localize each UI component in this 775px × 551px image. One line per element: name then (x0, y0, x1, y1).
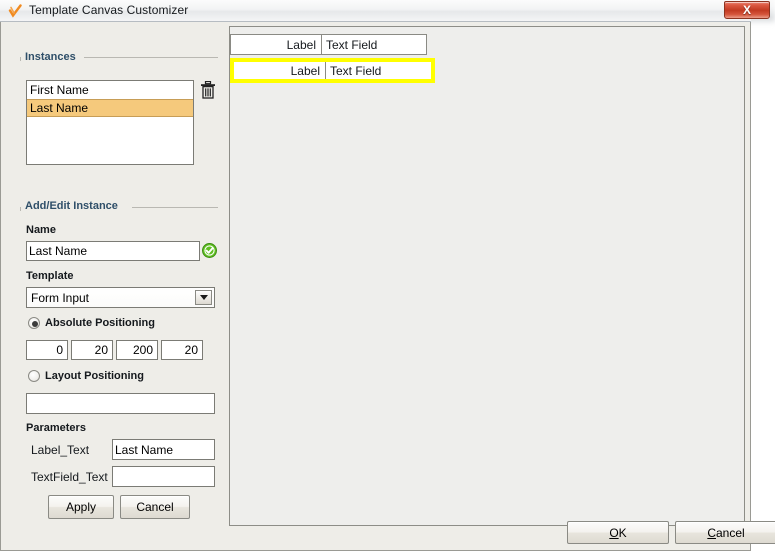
close-icon: X (742, 3, 751, 17)
dialog-content: Instances First Name Last Name Add/Edit … (0, 22, 775, 551)
trash-icon[interactable] (200, 81, 216, 99)
param-label-text-input[interactable] (112, 439, 215, 460)
canvas-row-textfield[interactable]: Text Field (321, 34, 427, 55)
green-check-icon (202, 243, 217, 258)
window-title: Template Canvas Customizer (29, 3, 189, 17)
list-item[interactable]: Last Name (27, 99, 193, 117)
canvas-row-last-name[interactable]: Label Text Field (234, 62, 431, 79)
absolute-positioning-label: Absolute Positioning (45, 317, 155, 329)
absolute-positioning-radio[interactable]: Absolute Positioning (28, 317, 155, 329)
abs-pos-x-input[interactable] (26, 340, 68, 360)
chevron-down-icon[interactable] (195, 290, 212, 305)
canvas-row-label: Label (230, 34, 321, 55)
template-canvas-customizer-dialog: Template Canvas Customizer X Instances F… (0, 0, 775, 551)
param-textfield-text-input[interactable] (112, 466, 215, 487)
add-edit-group-tick (20, 207, 21, 211)
name-label: Name (26, 224, 56, 236)
list-item[interactable]: First Name (27, 81, 193, 99)
param-label-text-label: Label_Text (31, 443, 90, 457)
instances-group-rule (84, 57, 218, 58)
cancel-button-label: ancel (715, 525, 745, 540)
abs-pos-y-input[interactable] (71, 340, 113, 360)
parameters-label: Parameters (26, 422, 86, 434)
canvas-row-textfield[interactable]: Text Field (325, 62, 431, 79)
layout-positioning-input[interactable] (26, 393, 215, 414)
instances-group-title: Instances (22, 51, 79, 63)
instances-list[interactable]: First Name Last Name (26, 80, 194, 165)
cancel-button-mnemonic: C (707, 525, 716, 540)
add-edit-group-rule (132, 207, 218, 208)
radio-indicator[interactable] (28, 370, 40, 382)
title-bar: Template Canvas Customizer X (0, 0, 770, 22)
param-textfield-text-label: TextField_Text (31, 470, 108, 484)
layout-positioning-radio[interactable]: Layout Positioning (28, 370, 144, 382)
close-button[interactable]: X (724, 1, 770, 19)
checkmark-icon (8, 4, 22, 18)
layout-positioning-label: Layout Positioning (45, 370, 144, 382)
cancel-instance-button[interactable]: Cancel (120, 495, 190, 519)
ok-button[interactable]: OK (567, 521, 669, 544)
abs-pos-width-input[interactable] (116, 340, 158, 360)
name-input[interactable] (26, 241, 200, 261)
canvas-row-first-name[interactable]: Label Text Field (230, 34, 427, 55)
template-select-value: Form Input (31, 291, 90, 305)
ok-button-label: K (618, 525, 627, 540)
ok-button-mnemonic: O (609, 525, 619, 540)
cancel-button[interactable]: Cancel (675, 521, 775, 544)
template-select[interactable]: Form Input (26, 287, 215, 308)
instances-group-tick (20, 57, 21, 61)
radio-indicator[interactable] (28, 317, 40, 329)
dialog-footer: OK Cancel (7, 519, 775, 545)
left-panel: Instances First Name Last Name Add/Edit … (7, 26, 229, 519)
abs-pos-height-input[interactable] (161, 340, 203, 360)
template-canvas[interactable]: Label Text Field Label Text Field (229, 26, 745, 526)
apply-button[interactable]: Apply (48, 495, 114, 519)
add-edit-group-title: Add/Edit Instance (22, 200, 121, 212)
canvas-row-label: Label (234, 62, 325, 79)
template-label: Template (26, 270, 74, 282)
